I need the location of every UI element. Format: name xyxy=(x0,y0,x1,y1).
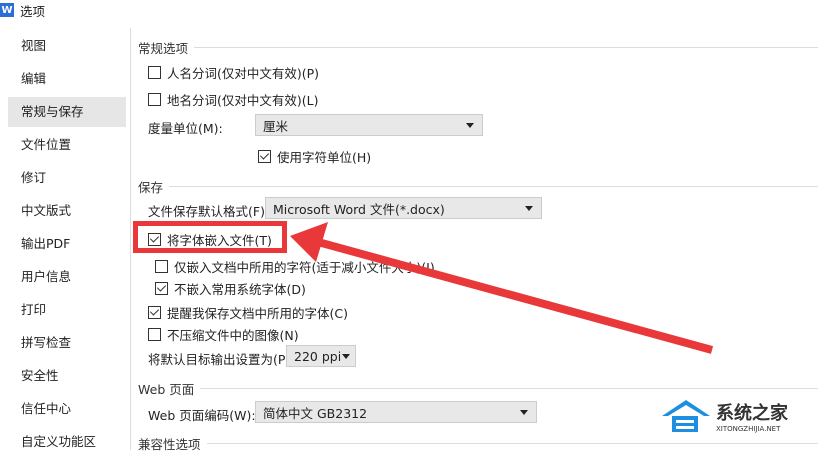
arrow-shaft xyxy=(316,238,714,354)
house-logo-icon xyxy=(662,400,710,432)
watermark-name: 系统之家 xyxy=(716,403,788,424)
watermark-url: XITONGZHIJIA.NET xyxy=(716,425,781,433)
red-arrow-annotation xyxy=(290,222,714,354)
watermark-logo: 系统之家 XITONGZHIJIA.NET xyxy=(660,398,788,434)
